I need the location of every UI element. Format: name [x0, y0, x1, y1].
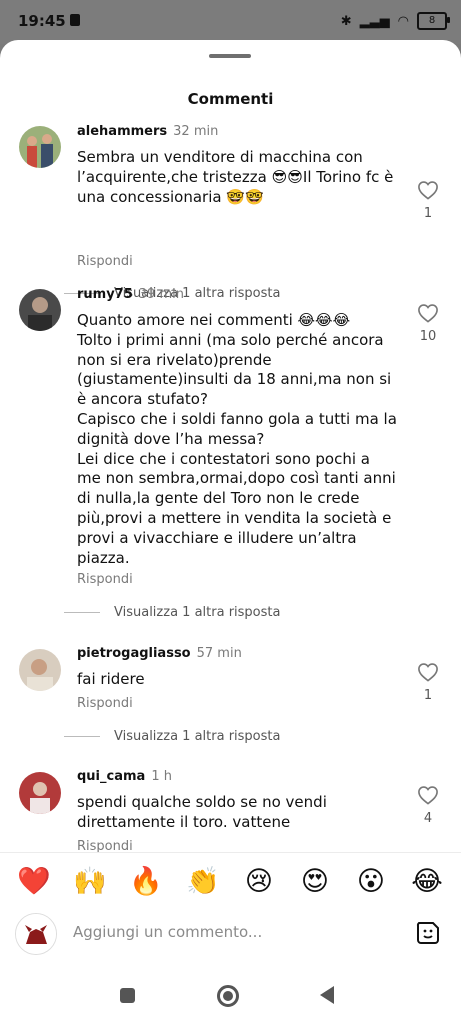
- status-bar: 19:45 ✱ ▂▃▅ ◠ 8: [0, 0, 461, 44]
- sheet-title: Commenti: [187, 90, 274, 108]
- recents-button[interactable]: [120, 988, 135, 1003]
- comment-time: 57 min: [196, 646, 242, 661]
- comment-composer: Aggiungi un commento...: [0, 910, 461, 960]
- view-replies-label: Visualizza 1 altra risposta: [114, 729, 281, 744]
- crying-emoji-button[interactable]: 😢: [241, 864, 277, 900]
- comment-meta: pietrogagliasso 57 min: [77, 646, 242, 661]
- comment-text: Quanto amore nei commenti 😂😂😂 Tolto i pr…: [77, 311, 397, 567]
- emoji-reactions: ❤️ 🙌 🔥 👏 😢 😍 😮 😂: [0, 856, 461, 906]
- comments-sheet: Commenti alehammers 32 min Sembra un vend…: [0, 40, 461, 1024]
- signal-icon: ▂▃▅: [359, 13, 390, 29]
- comment-time: 1 h: [151, 769, 172, 784]
- avatar[interactable]: [19, 649, 61, 691]
- comment-text: fai ridere: [77, 670, 145, 688]
- view-replies-button[interactable]: Visualizza 1 altra risposta: [64, 729, 280, 744]
- like-count: 4: [423, 811, 433, 826]
- user-avatar: [15, 913, 57, 955]
- comment-username[interactable]: pietrogagliasso: [77, 646, 191, 661]
- home-button[interactable]: [217, 985, 239, 1007]
- like-button[interactable]: 1: [410, 180, 446, 221]
- reply-button[interactable]: Rispondi: [77, 572, 133, 587]
- heart-icon: [418, 304, 438, 323]
- clap-emoji-button[interactable]: 👏: [185, 864, 221, 900]
- comment-text: Sembra un venditore di macchina con l’ac…: [77, 148, 394, 206]
- raised-hands-emoji-button[interactable]: 🙌: [72, 864, 108, 900]
- comment-meta: qui_cama 1 h: [77, 769, 172, 784]
- reply-button[interactable]: Rispondi: [77, 696, 133, 711]
- back-button[interactable]: [320, 986, 334, 1004]
- status-time: 19:45: [18, 12, 66, 30]
- like-button[interactable]: 10: [410, 303, 446, 344]
- reply-button[interactable]: Rispondi: [77, 254, 133, 269]
- comment-input[interactable]: Aggiungi un commento...: [73, 923, 262, 941]
- bluetooth-icon: ✱: [340, 13, 352, 29]
- like-count: 10: [419, 329, 437, 344]
- drag-handle[interactable]: [209, 54, 251, 58]
- notification-icon: [70, 14, 80, 26]
- comment-username[interactable]: rumy75: [77, 287, 133, 302]
- avatar[interactable]: [19, 289, 61, 331]
- emoji-divider: [0, 852, 461, 853]
- system-navbar: [0, 980, 461, 1024]
- fire-emoji-button[interactable]: 🔥: [128, 864, 164, 900]
- like-count: 1: [423, 206, 433, 221]
- heart-icon: [418, 786, 438, 805]
- sticker-icon[interactable]: [415, 920, 441, 946]
- like-button[interactable]: 1: [410, 662, 446, 703]
- avatar[interactable]: [19, 772, 61, 814]
- like-button[interactable]: 4: [410, 785, 446, 826]
- divider-line: [64, 612, 100, 613]
- battery-icon: 8: [417, 12, 450, 30]
- status-icons: ✱ ▂▃▅ ◠ 8: [340, 12, 450, 30]
- wifi-icon: ◠: [397, 13, 409, 29]
- heart-icon: [418, 663, 438, 682]
- comment-meta: alehammers 32 min: [77, 124, 218, 139]
- comment-text: spendi qualche soldo se no vendi diretta…: [77, 793, 327, 831]
- comment-time: 32 min: [173, 124, 219, 139]
- comment-username[interactable]: alehammers: [77, 124, 167, 139]
- laughing-emoji-button[interactable]: 😂: [409, 864, 445, 900]
- heart-emoji-button[interactable]: ❤️: [16, 864, 52, 900]
- comment-username[interactable]: qui_cama: [77, 769, 145, 784]
- heart-icon: [418, 181, 438, 200]
- surprised-emoji-button[interactable]: 😮: [353, 864, 389, 900]
- comment-time: 39 min: [138, 287, 184, 302]
- view-replies-label: Visualizza 1 altra risposta: [114, 605, 281, 620]
- divider-line: [64, 736, 100, 737]
- avatar[interactable]: [19, 126, 61, 168]
- comment-meta: rumy75 39 min: [77, 287, 184, 302]
- heart-eyes-emoji-button[interactable]: 😍: [297, 864, 333, 900]
- view-replies-button[interactable]: Visualizza 1 altra risposta: [64, 605, 280, 620]
- like-count: 1: [423, 688, 433, 703]
